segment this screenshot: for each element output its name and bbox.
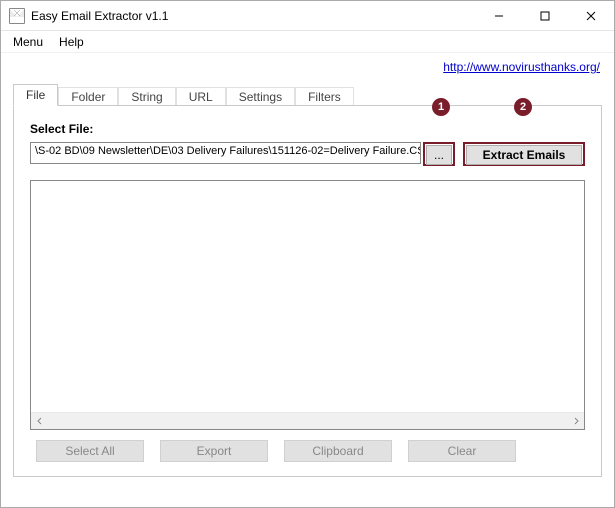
file-row: \S-02 BD\09 Newsletter\DE\03 Delivery Fa… xyxy=(30,142,585,166)
scroll-right-arrow-icon[interactable] xyxy=(567,413,584,430)
annotation-badge-1: 1 xyxy=(432,98,450,116)
minimize-button[interactable] xyxy=(476,1,522,30)
file-path-input[interactable]: \S-02 BD\09 Newsletter\DE\03 Delivery Fa… xyxy=(30,142,421,164)
link-row: http://www.novirusthanks.org/ xyxy=(1,53,614,81)
app-window: Easy Email Extractor v1.1 Menu Help http… xyxy=(0,0,615,508)
annotation-highlight-1: ... xyxy=(423,142,455,166)
export-button[interactable]: Export xyxy=(160,440,268,462)
action-button-row: Select All Export Clipboard Clear xyxy=(30,440,585,462)
tab-control: File Folder String URL Settings Filters … xyxy=(13,81,602,477)
clipboard-button[interactable]: Clipboard xyxy=(284,440,392,462)
tab-settings[interactable]: Settings xyxy=(226,87,295,107)
tab-panel-file: 1 2 Select File: \S-02 BD\09 Newsletter\… xyxy=(13,105,602,477)
results-listbox[interactable] xyxy=(30,180,585,430)
tab-file[interactable]: File xyxy=(13,84,58,106)
website-link[interactable]: http://www.novirusthanks.org/ xyxy=(443,60,600,74)
close-button[interactable] xyxy=(568,1,614,30)
title-bar: Easy Email Extractor v1.1 xyxy=(1,1,614,31)
extract-emails-button[interactable]: Extract Emails xyxy=(466,145,582,165)
scroll-left-arrow-icon[interactable] xyxy=(31,413,48,430)
menu-item-help[interactable]: Help xyxy=(53,33,90,51)
tab-string[interactable]: String xyxy=(118,87,175,107)
select-all-button[interactable]: Select All xyxy=(36,440,144,462)
window-title: Easy Email Extractor v1.1 xyxy=(31,9,476,23)
horizontal-scrollbar[interactable] xyxy=(31,412,584,429)
menu-bar: Menu Help xyxy=(1,31,614,53)
select-file-label: Select File: xyxy=(30,122,585,136)
window-buttons xyxy=(476,1,614,30)
annotation-badge-2: 2 xyxy=(514,98,532,116)
envelope-icon xyxy=(9,8,25,24)
tab-filters[interactable]: Filters xyxy=(295,87,354,107)
menu-item-menu[interactable]: Menu xyxy=(7,33,49,51)
annotation-highlight-2: Extract Emails xyxy=(463,142,585,166)
maximize-button[interactable] xyxy=(522,1,568,30)
tab-strip: File Folder String URL Settings Filters xyxy=(13,81,602,105)
clear-button[interactable]: Clear xyxy=(408,440,516,462)
tab-url[interactable]: URL xyxy=(176,87,226,107)
tab-folder[interactable]: Folder xyxy=(58,87,118,107)
browse-button[interactable]: ... xyxy=(426,145,452,165)
